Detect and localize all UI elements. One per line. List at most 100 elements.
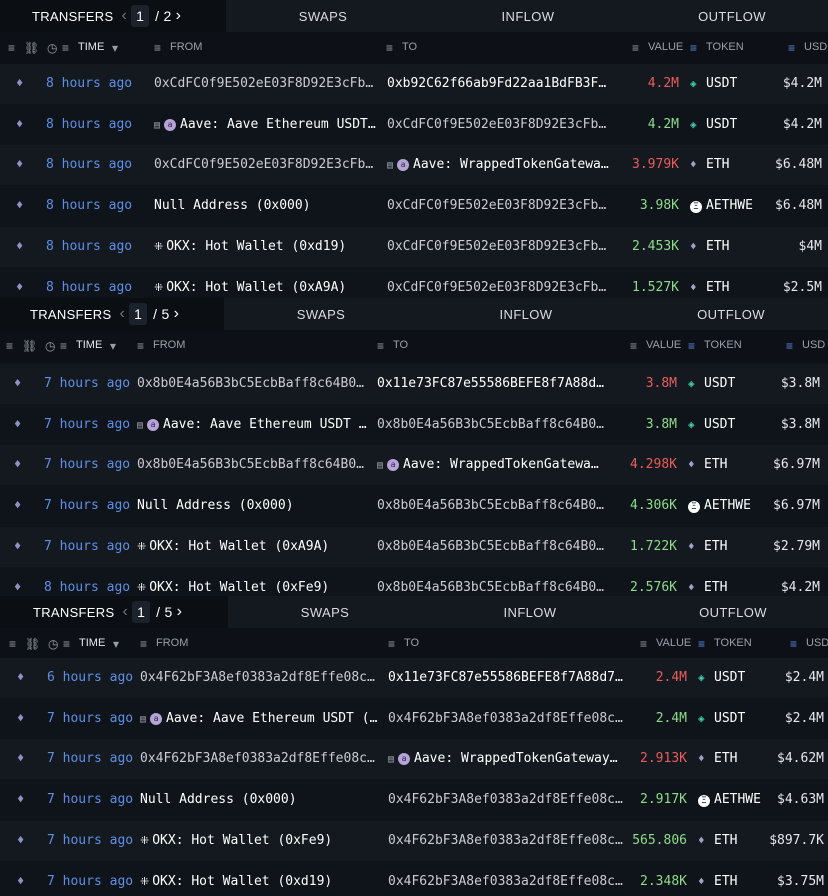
link-icon[interactable]: ⛓ [22, 339, 37, 353]
transfer-time-link[interactable]: 7 hours ago [47, 792, 133, 807]
to-address[interactable]: 0xb92C62f66ab9Fd22aa1BdFB3FD0... [387, 76, 609, 91]
caret-down-icon[interactable]: ▾ [112, 41, 118, 55]
from-address[interactable]: 0x4F62bF3A8ef0383a2df8Effe08c65... [140, 751, 378, 766]
table-row[interactable]: ♦ 6 hours ago 0x4F62bF3A8ef0383a2df8Effe08… [0, 658, 828, 698]
usd-filter-icon[interactable]: ≡ [790, 637, 797, 651]
transfer-time-link[interactable]: 7 hours ago [44, 539, 130, 554]
table-row[interactable]: ♦ 8 hours ago ⁜ OKX: Hot Wallet (0xA9A) 0xCd… [0, 268, 828, 299]
token-cell[interactable]: ◈ USDT [690, 76, 737, 91]
to-address[interactable]: 0x4F62bF3A8ef0383a2df8Effe08c65... [388, 874, 624, 889]
token-cell[interactable]: ◈ USDT [688, 376, 735, 391]
clock-icon[interactable]: ◷ [45, 339, 55, 353]
to-address[interactable]: 0x8b0E4a56B3bC5EcbBaff8c64B069... [377, 580, 605, 595]
transfer-time-link[interactable]: 6 hours ago [47, 670, 133, 685]
from-address[interactable]: 0x8b0E4a56B3bC5EcbBaff8c64B069... [137, 457, 367, 472]
value-filter-icon[interactable]: ≡ [630, 339, 637, 353]
filter-icon[interactable]: ≡ [6, 339, 13, 353]
tab-outflow[interactable]: OUTFLOW [634, 298, 828, 330]
time-filter-icon[interactable]: ≡ [62, 41, 69, 55]
from-entity[interactable]: Null Address (0x000) [154, 198, 378, 213]
from-entity[interactable]: Null Address (0x000) [140, 792, 378, 807]
token-filter-icon[interactable]: ≡ [698, 637, 705, 651]
from-entity[interactable]: ⁜ OKX: Hot Wallet (0xFe9) [137, 580, 367, 595]
table-row[interactable]: ♦ 7 hours ago ▤ a Aave: Aave Ethereum USDT (… [0, 699, 828, 739]
tab-swaps[interactable]: SWAPS [224, 298, 418, 330]
to-entity[interactable]: ▤aAave: WrappedTokenGateway... [387, 157, 609, 172]
token-cell[interactable]: ♦ ETH [698, 833, 737, 848]
filter-icon[interactable]: ≡ [9, 637, 16, 651]
from-filter-icon[interactable]: ≡ [137, 339, 144, 353]
from-entity[interactable]: ⁜ OKX: Hot Wallet (0xd19) [140, 874, 378, 889]
link-icon[interactable]: ⛓ [25, 637, 40, 651]
transfer-time-link[interactable]: 7 hours ago [44, 457, 130, 472]
to-address[interactable]: 0x8b0E4a56B3bC5EcbBaff8c64B069... [377, 498, 605, 513]
filter-icon[interactable]: ≡ [8, 41, 15, 55]
usd-filter-icon[interactable]: ≡ [788, 41, 795, 55]
table-row[interactable]: ♦ 7 hours ago Null Address (0x000) 0x8b0E4a… [0, 486, 828, 526]
to-filter-icon[interactable]: ≡ [388, 637, 395, 651]
transfer-time-link[interactable]: 8 hours ago [46, 280, 132, 295]
table-row[interactable]: ♦ 7 hours ago ⁜ OKX: Hot Wallet (0xFe9) 0x4F… [0, 820, 828, 861]
token-cell[interactable]: ◈ USDT [690, 117, 737, 132]
table-row[interactable]: ♦ 7 hours ago 0x4F62bF3A8ef0383a2df8Effe08… [0, 739, 828, 780]
caret-down-icon[interactable]: ▾ [110, 339, 116, 353]
transfer-time-link[interactable]: 8 hours ago [46, 239, 132, 254]
to-address[interactable]: 0x4F62bF3A8ef0383a2df8Effe08c65... [388, 711, 624, 726]
from-entity[interactable]: ▤ a Aave: Aave Ethereum USDT (a... [140, 711, 378, 726]
to-entity[interactable]: ▤aAave: WrappedTokenGatewayV3... [388, 751, 624, 766]
transfer-time-link[interactable]: 7 hours ago [47, 751, 133, 766]
column-time[interactable]: TIME [76, 339, 102, 351]
token-cell[interactable]: ♦ ETH [690, 280, 729, 295]
from-entity[interactable]: ⁜ OKX: Hot Wallet (0xFe9) [140, 833, 378, 848]
table-row[interactable]: ♦ 7 hours ago 0x8b0E4a56B3bC5EcbBaff8c64B0… [0, 364, 828, 404]
time-filter-icon[interactable]: ≡ [63, 637, 70, 651]
token-cell[interactable]: ♦ ETH [688, 580, 727, 595]
from-entity[interactable]: ⁜ OKX: Hot Wallet (0xA9A) [154, 280, 378, 295]
to-entity[interactable]: ▤aAave: WrappedTokenGatewayV... [377, 457, 605, 472]
transfer-time-link[interactable]: 7 hours ago [47, 711, 133, 726]
from-address[interactable]: 0xCdFC0f9E502eE03F8D92E3cFbC1... [154, 157, 378, 172]
caret-down-icon[interactable]: ▾ [113, 637, 119, 651]
to-address[interactable]: 0xCdFC0f9E502eE03F8D92E3cFbC1... [387, 198, 609, 213]
time-filter-icon[interactable]: ≡ [60, 339, 67, 353]
from-address[interactable]: 0xCdFC0f9E502eE03F8D92E3cFbC1... [154, 76, 378, 91]
table-row[interactable]: ♦ 7 hours ago 0x8b0E4a56B3bC5EcbBaff8c64B0… [0, 445, 828, 486]
table-row[interactable]: ♦ 7 hours ago ⁜ OKX: Hot Wallet (0xA9A) 0x8b… [0, 526, 828, 567]
to-address[interactable]: 0xCdFC0f9E502eE03F8D92E3cFbC1... [387, 117, 609, 132]
tab-outflow[interactable]: OUTFLOW [636, 0, 828, 32]
from-filter-icon[interactable]: ≡ [154, 41, 161, 55]
token-cell[interactable]: ♦ ETH [688, 539, 727, 554]
transfer-time-link[interactable]: 7 hours ago [47, 833, 133, 848]
tab-inflow[interactable]: INFLOW [422, 596, 638, 628]
from-entity[interactable]: Null Address (0x000) [137, 498, 367, 513]
to-filter-icon[interactable]: ≡ [377, 339, 384, 353]
column-time[interactable]: TIME [78, 41, 104, 53]
table-row[interactable]: ♦ 8 hours ago 0xCdFC0f9E502eE03F8D92E3cFbC… [0, 64, 828, 104]
tab-swaps[interactable]: SWAPS [226, 0, 420, 32]
to-address[interactable]: 0xCdFC0f9E502eE03F8D92E3cFbC1... [387, 239, 609, 254]
tab-transfers[interactable]: TRANSFERS ‹ 1 / 5 › [0, 298, 224, 330]
to-address[interactable]: 0x11e73FC87e55586BEFE8f7A88d793... [388, 670, 624, 685]
value-filter-icon[interactable]: ≡ [632, 41, 639, 55]
transfer-time-link[interactable]: 7 hours ago [44, 498, 130, 513]
tab-inflow[interactable]: INFLOW [420, 0, 636, 32]
token-cell[interactable]: ♦ ETH [688, 457, 727, 472]
value-filter-icon[interactable]: ≡ [640, 637, 647, 651]
chevron-right-icon[interactable]: › [176, 8, 182, 24]
transfer-time-link[interactable]: 8 hours ago [44, 580, 130, 595]
token-filter-icon[interactable]: ≡ [690, 41, 697, 55]
clock-icon[interactable]: ◷ [48, 637, 58, 651]
to-address[interactable]: 0x4F62bF3A8ef0383a2df8Effe08c65... [388, 792, 624, 807]
from-filter-icon[interactable]: ≡ [140, 637, 147, 651]
tab-swaps[interactable]: SWAPS [228, 596, 422, 628]
from-entity[interactable]: ▤aAave: Aave Ethereum USDT (... [137, 417, 367, 432]
transfer-time-link[interactable]: 7 hours ago [44, 376, 130, 391]
token-cell[interactable]: ♦ ETH [698, 751, 737, 766]
chevron-left-icon[interactable]: ‹ [119, 306, 125, 322]
to-address[interactable]: 0x4F62bF3A8ef0383a2df8Effe08c65... [388, 833, 624, 848]
link-icon[interactable]: ⛓ [24, 41, 39, 55]
chevron-left-icon[interactable]: ‹ [122, 604, 128, 620]
clock-icon[interactable]: ◷ [47, 41, 57, 55]
to-address[interactable]: 0x8b0E4a56B3bC5EcbBaff8c64B069... [377, 539, 605, 554]
from-address[interactable]: 0x8b0E4a56B3bC5EcbBaff8c64B069... [137, 376, 367, 391]
